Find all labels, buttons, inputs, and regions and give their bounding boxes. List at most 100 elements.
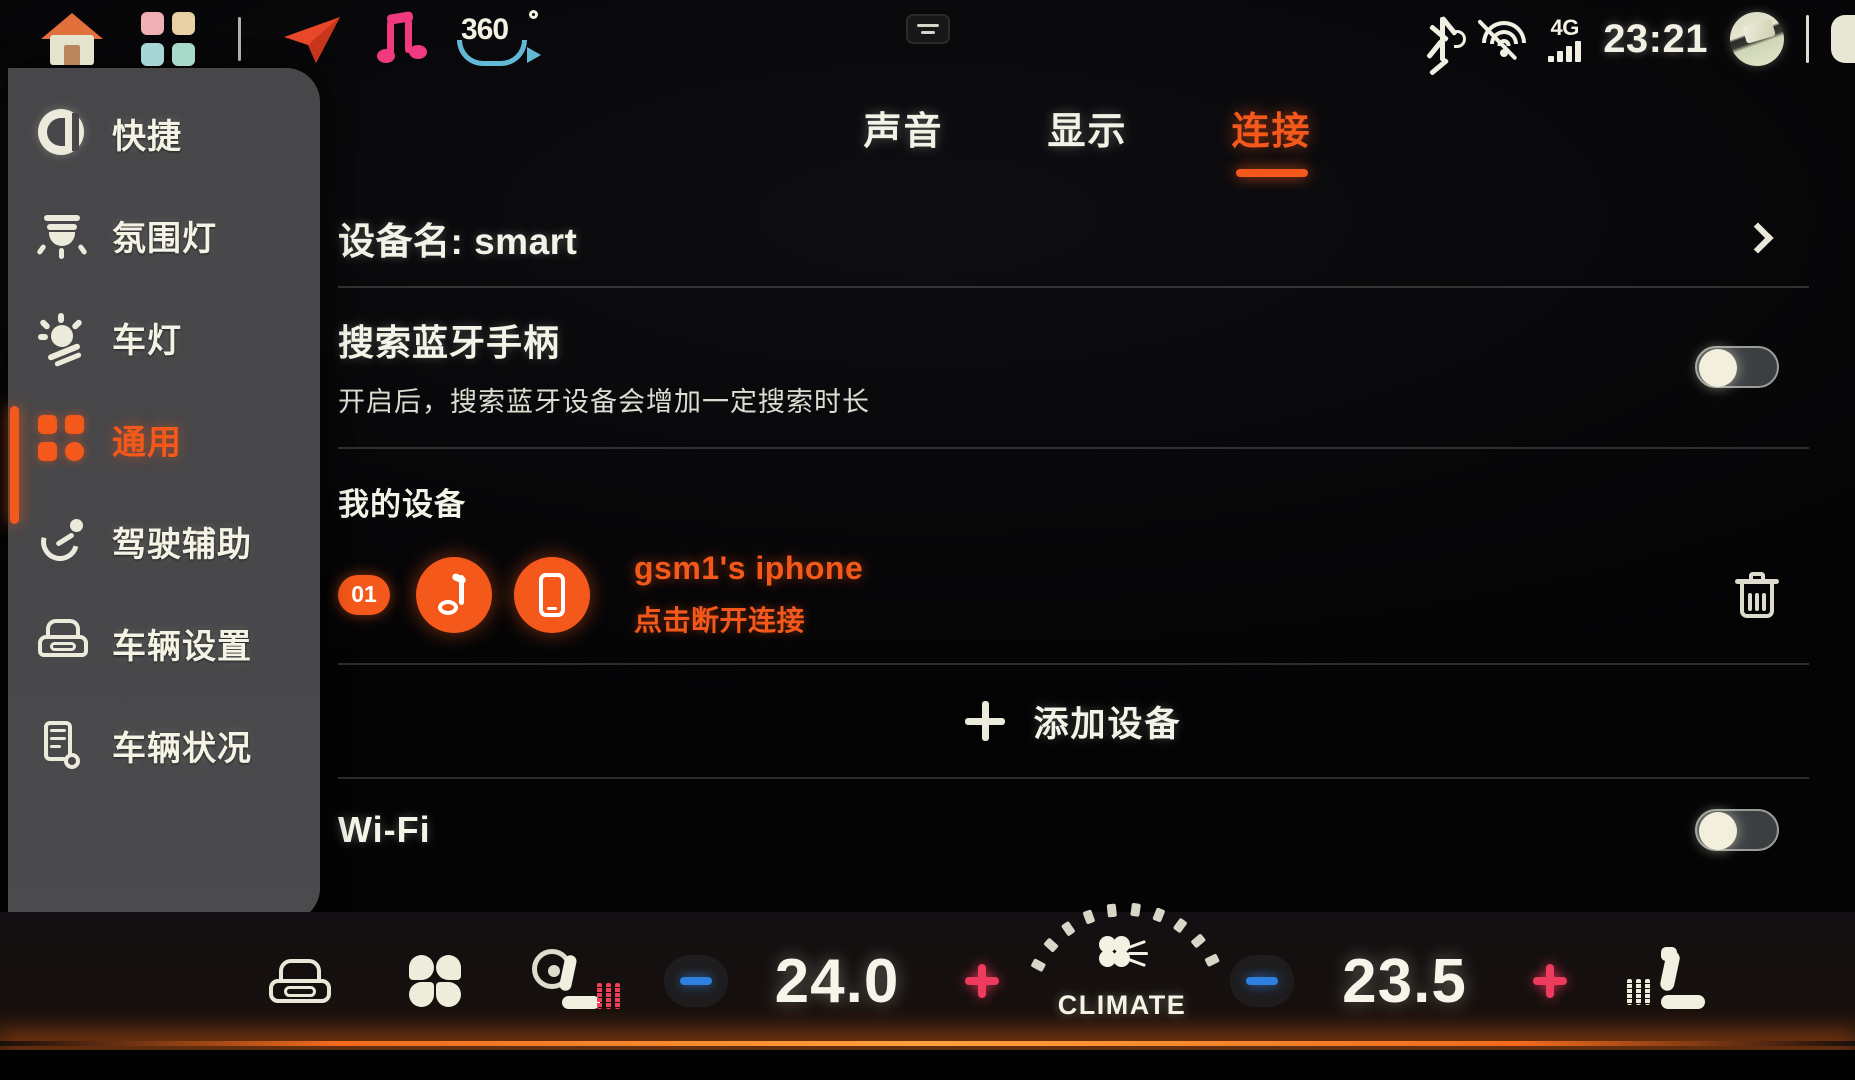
tab-sound[interactable]: 声音 [863, 100, 943, 171]
network-type-label: 4G [1550, 14, 1580, 40]
steering-seat-glyph [532, 949, 620, 1013]
ambient-light-icon [36, 211, 88, 259]
minus-icon [680, 977, 712, 985]
menu-handle-icon[interactable] [905, 14, 950, 44]
statusbar-divider [238, 17, 241, 61]
music-icon[interactable] [359, 11, 443, 65]
tab-label: 声音 [863, 111, 944, 153]
wifi-off-icon[interactable] [1477, 19, 1527, 61]
bluetooth-search-toggle[interactable] [1695, 345, 1779, 388]
360-view-icon[interactable]: 360 [443, 10, 553, 67]
fan-icon[interactable] [370, 953, 500, 1009]
wifi-label: Wi-Fi [338, 809, 431, 850]
sidebar-item-general[interactable]: 通用 [8, 388, 320, 524]
plus-icon [965, 964, 999, 998]
driver-temp-increase-button[interactable] [932, 964, 1032, 998]
vehicle-status-icon [38, 721, 86, 769]
device-name-label: 设备名: smart [338, 221, 578, 262]
navigation-arrow-glyph [284, 17, 340, 63]
plus-icon [1532, 964, 1567, 998]
home-icon[interactable] [24, 13, 120, 65]
climate-label: CLIMATE [1057, 990, 1187, 1020]
general-grid-icon [38, 415, 86, 463]
seat-heat-icon[interactable] [1602, 947, 1752, 1013]
driver-temperature: 24.0 [774, 946, 900, 1016]
seat-heat-glyph [1627, 947, 1721, 1013]
settings-main-panel: 声音 显示 连接 设备名: smart 搜索蓝牙手柄 开启后，搜索蓝牙设备会增加… [320, 78, 1855, 920]
sidebar-item-headlight[interactable]: 车灯 [8, 286, 320, 388]
headlight-icon [38, 313, 86, 368]
wifi-row[interactable]: Wi-Fi [338, 779, 1809, 871]
device-name: gsm1's iphone [634, 550, 864, 586]
sidebar-item-driving-assist[interactable]: 驾驶辅助 [8, 490, 320, 592]
tab-label: 连接 [1231, 111, 1312, 153]
quick-access-icon [38, 109, 86, 157]
passenger-temp-decrease-button[interactable] [1212, 955, 1312, 1007]
defrost-car-glyph [269, 959, 331, 1003]
climate-bar: 24.0 CLIMATE 23.5 [0, 902, 1855, 1080]
sidebar-item-ambient-light[interactable]: 氛围灯 [8, 184, 320, 286]
driving-assist-icon [34, 516, 86, 568]
status-bar-right-icons: 4G 23:21 [1426, 0, 1855, 78]
bluetooth-search-subtitle: 开启后，搜索蓝牙设备会增加一定搜索时长 [338, 387, 870, 417]
sidebar-item-vehicle-settings[interactable]: 车辆设置 [8, 592, 320, 694]
minus-icon [1246, 977, 1278, 985]
climate-menu-button[interactable]: CLIMATE [1030, 902, 1220, 1040]
driver-temp-decrease-button[interactable] [650, 955, 742, 1007]
passenger-temperature: 23.5 [1342, 946, 1467, 1016]
add-device-button[interactable]: 添加设备 [338, 665, 1809, 777]
sidebar-item-label: 氛围灯 [112, 219, 217, 258]
sidebar-item-label: 车辆状况 [112, 729, 252, 768]
bluetooth-search-texts: 搜索蓝牙手柄 开启后，搜索蓝牙设备会增加一定搜索时长 [338, 314, 870, 419]
sidebar-item-label: 车辆设置 [112, 627, 252, 666]
sidebar-item-label: 快捷 [112, 117, 182, 156]
my-devices-header: 我的设备 [338, 487, 466, 522]
steering-wheel-seat-heat-icon[interactable] [500, 949, 650, 1013]
minus-button [664, 955, 728, 1007]
clock-time: 23:21 [1603, 16, 1708, 61]
phone-profile-icon[interactable] [514, 556, 590, 633]
bluetooth-search-title: 搜索蓝牙手柄 [338, 322, 561, 363]
status-bar: 360 4G 23:21 [0, 0, 1855, 78]
sidebar-item-quick[interactable]: 快捷 [8, 82, 320, 184]
tab-display[interactable]: 显示 [1047, 100, 1127, 171]
navigation-icon[interactable] [263, 11, 359, 67]
minus-button [1230, 955, 1294, 1007]
apps-grid-icon[interactable] [120, 12, 216, 66]
windshield-defrost-icon[interactable] [230, 959, 370, 1003]
device-name-row[interactable]: 设备名: smart [338, 190, 1809, 286]
passenger-temp-value: 23.5 [1312, 946, 1497, 1017]
sidebar-item-label: 通用 [112, 423, 182, 462]
device-list-item[interactable]: 01 gsm1's iphone 点击断开连接 [338, 536, 1809, 663]
toggle-knob [1699, 812, 1737, 850]
driver-temp-value: 24.0 [742, 946, 932, 1017]
fan-glyph [407, 953, 463, 1009]
home-glyph [41, 13, 103, 65]
avatar[interactable] [1730, 12, 1784, 66]
signal-bars-icon [1548, 40, 1582, 62]
bluetooth-icon[interactable] [1426, 15, 1467, 76]
statusbar-divider-right [1806, 15, 1809, 63]
audio-profile-icon[interactable] [416, 556, 492, 633]
bluetooth-search-row[interactable]: 搜索蓝牙手柄 开启后，搜索蓝牙设备会增加一定搜索时长 [338, 288, 1809, 447]
cellular-signal-indicator: 4G [1548, 14, 1582, 62]
sidebar-item-label: 车灯 [112, 321, 182, 360]
passenger-temp-increase-button[interactable] [1497, 964, 1602, 998]
climate-arc-glyph [1030, 902, 1220, 988]
apps-grid-glyph [141, 12, 195, 66]
device-connection-status: 点击断开连接 [634, 605, 806, 636]
settings-tabs: 声音 显示 连接 [320, 78, 1855, 190]
vehicle-settings-icon [38, 619, 88, 667]
trash-icon[interactable] [1735, 571, 1779, 619]
tab-connection[interactable]: 连接 [1231, 100, 1312, 177]
device-index-badge: 01 [338, 574, 390, 615]
edge-handle[interactable] [1831, 15, 1855, 63]
toggle-knob [1699, 348, 1737, 387]
wifi-toggle[interactable] [1695, 809, 1779, 851]
add-device-label: 添加设备 [1033, 704, 1182, 744]
sidebar-item-vehicle-status[interactable]: 车辆状况 [8, 694, 320, 796]
tab-active-underline [1235, 169, 1308, 177]
climate-gauge: CLIMATE [1030, 902, 1220, 1040]
music-note-glyph [375, 11, 427, 65]
infotainment-screen: 360 4G 23:21 快捷 氛围灯 车灯 通用 驾驶辅助 车辆设置 车辆状况… [0, 0, 1855, 1080]
